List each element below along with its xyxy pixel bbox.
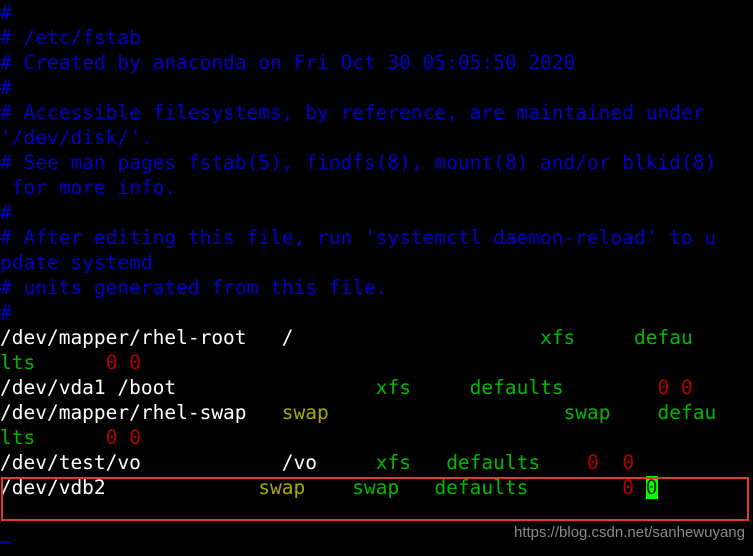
- fstab-field: lts: [0, 426, 36, 449]
- fstab-field: [305, 476, 352, 499]
- buffer-line-comment: for more info.: [0, 176, 177, 199]
- fstab-field: [399, 476, 434, 499]
- fstab-field: defau: [657, 401, 717, 424]
- watermark-text: https://blog.csdn.net/sanhewuyang: [514, 524, 745, 541]
- fstab-field: [247, 401, 282, 424]
- fstab-field: [540, 451, 587, 474]
- terminal-window: # # /etc/fstab # Created by anaconda on …: [0, 0, 753, 556]
- buffer-line-comment: #: [0, 76, 12, 99]
- fstab-field: swap: [563, 401, 611, 424]
- vim-text-buffer[interactable]: # # /etc/fstab # Created by anaconda on …: [0, 0, 753, 500]
- fstab-field: /: [281, 326, 294, 349]
- fstab-field: defau: [634, 326, 693, 349]
- fstab-field: [35, 351, 105, 374]
- fstab-entry-line[interactable]: /dev/vda1 /boot xfs defaults 0 0: [0, 375, 753, 400]
- fstab-field: [575, 326, 634, 349]
- buffer-line-comment: #: [0, 201, 12, 224]
- fstab-field: [117, 351, 129, 374]
- buffer-line-comment: # See man pages fstab(5), findfs(8), mou…: [0, 151, 717, 174]
- fstab-field: xfs: [375, 376, 411, 399]
- fstab-field: 0: [681, 376, 693, 399]
- fstab-entry-line-highlighted[interactable]: /dev/vdb2 swap swap defaults 0 0: [0, 475, 753, 500]
- fstab-field: 0: [129, 351, 141, 374]
- fstab-field: [176, 376, 376, 399]
- fstab-field: [117, 426, 129, 449]
- buffer-line-comment: # units generated from this file.: [0, 276, 388, 299]
- fstab-field: [35, 426, 105, 449]
- fstab-field: defaults: [434, 476, 529, 499]
- fstab-field: 0: [622, 476, 635, 499]
- buffer-line-comment: #: [0, 1, 12, 24]
- fstab-field: [669, 376, 681, 399]
- fstab-field: [317, 451, 376, 474]
- fstab-field: /boot: [117, 376, 177, 399]
- fstab-field: /dev/vda1: [0, 376, 106, 399]
- fstab-field: [106, 376, 118, 399]
- fstab-entry-line[interactable]: /dev/mapper/rhel-root / xfs defau: [0, 325, 753, 350]
- fstab-field: 0: [129, 426, 141, 449]
- fstab-field: /vo: [281, 451, 318, 474]
- buffer-line-comment: pdate systemd: [0, 251, 153, 274]
- buffer-line-comment: # /etc/fstab: [0, 26, 141, 49]
- fstab-entry-line-wrap[interactable]: lts 0 0: [0, 350, 753, 375]
- fstab-field: /dev/test/vo: [0, 451, 141, 474]
- fstab-field: swap: [281, 401, 329, 424]
- fstab-field: [528, 476, 622, 499]
- fstab-field: [411, 376, 470, 399]
- buffer-line-comment: '/dev/disk/'.: [0, 126, 153, 149]
- fstab-field: [329, 401, 564, 424]
- fstab-field: xfs: [540, 326, 576, 349]
- buffer-line-comment: # Created by anaconda on Fri Oct 30 05:0…: [0, 51, 576, 74]
- fstab-field: [141, 451, 282, 474]
- fstab-field: [247, 326, 282, 349]
- fstab-field: [611, 401, 658, 424]
- fstab-entry-line[interactable]: /dev/test/vo /vo xfs defaults 0 0: [0, 450, 753, 475]
- fstab-field: swap: [258, 476, 306, 499]
- fstab-field: xfs: [375, 451, 411, 474]
- fstab-field: [599, 451, 622, 474]
- fstab-field: swap: [352, 476, 400, 499]
- fstab-field: [564, 376, 658, 399]
- fstab-field: lts: [0, 351, 36, 374]
- fstab-field: [106, 476, 259, 499]
- fstab-field: 0: [105, 426, 118, 449]
- buffer-line-comment: #: [0, 301, 12, 324]
- fstab-field: 0: [105, 351, 118, 374]
- fstab-field: /dev/mapper/rhel-root: [0, 326, 247, 349]
- fstab-field: 0: [587, 451, 599, 474]
- fstab-field: [411, 451, 446, 474]
- fstab-field: defaults: [469, 376, 564, 399]
- fstab-field: /dev/vdb2: [0, 476, 106, 499]
- buffer-line-comment: # Accessible filesystems, by reference, …: [0, 101, 705, 124]
- fstab-field: 0: [622, 451, 635, 474]
- fstab-field: defaults: [446, 451, 541, 474]
- fstab-field: 0: [657, 376, 670, 399]
- fstab-field: /dev/mapper/rhel-swap: [0, 401, 247, 424]
- fstab-field: [634, 476, 646, 499]
- fstab-entry-line[interactable]: /dev/mapper/rhel-swap swap swap defau: [0, 400, 753, 425]
- fstab-entry-line-wrap[interactable]: lts 0 0: [0, 425, 753, 450]
- fstab-field: [294, 326, 541, 349]
- text-cursor: 0: [645, 476, 658, 499]
- buffer-line-comment: # After editing this file, run 'systemct…: [0, 226, 717, 249]
